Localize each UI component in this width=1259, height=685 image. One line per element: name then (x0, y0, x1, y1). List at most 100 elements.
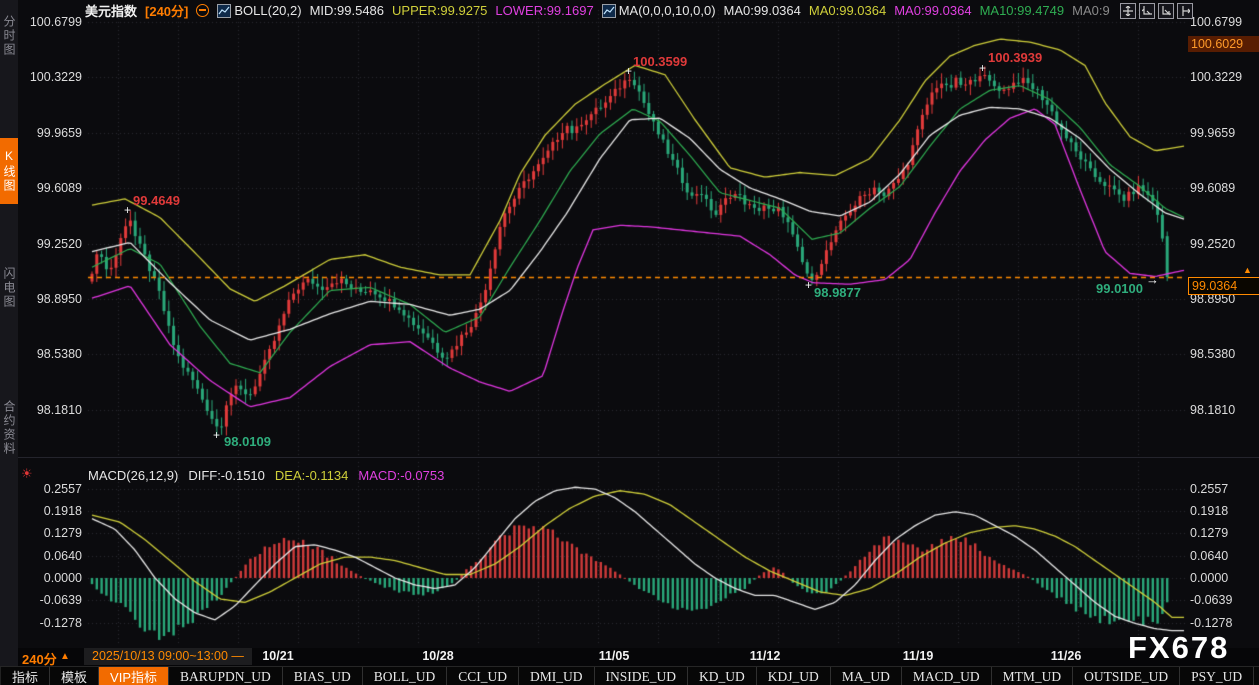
macd-axis-label-left: 0.1918 (18, 504, 82, 518)
toolbar-item-OUTSIDE_UD[interactable]: OUTSIDE_UD (1073, 667, 1180, 685)
macd-axis-label-right: -0.0639 (1190, 593, 1258, 607)
price-extreme-annotation: 98.9877 (814, 285, 861, 300)
shift-right-icon[interactable] (1177, 3, 1193, 19)
session-high-badge: 100.6029 (1188, 36, 1259, 52)
date-tick-label: 11/12 (750, 649, 781, 663)
macd-axis-label-left: 0.1279 (18, 526, 82, 540)
toolbar-item-BOLL_UD[interactable]: BOLL_UD (363, 667, 448, 685)
date-tick-label: 11/26 (1051, 649, 1082, 663)
macd-axis-label-left: -0.1278 (18, 616, 82, 630)
price-macd-chart-canvas[interactable] (0, 0, 1259, 685)
price-extreme-annotation: 100.3599 (633, 54, 687, 69)
macd-axis-label-right: 0.1918 (1190, 504, 1258, 518)
date-tick-label: 11/05 (599, 649, 630, 663)
macd-indicator-icon[interactable]: ☀ (21, 466, 33, 482)
toolbar-item-VIP指标[interactable]: VIP指标 (99, 667, 169, 685)
macd-axis-label-left: -0.0639 (18, 593, 82, 607)
pan-icon[interactable] (1120, 3, 1136, 19)
toolbar-item-MACD_UD[interactable]: MACD_UD (902, 667, 992, 685)
macd-axis-label-right: 0.2557 (1190, 482, 1258, 496)
toolbar-item-PSY_UD[interactable]: PSY_UD (1180, 667, 1254, 685)
price-axis-label-left: 98.8950 (18, 292, 82, 306)
left-sidebar: 分时图 K线图闪电图合约资料 (0, 0, 18, 685)
price-axis-label-right: 99.9659 (1190, 126, 1258, 140)
indicator-segment: BOLL(20,2) (217, 3, 301, 18)
indicator-segment: MID:99.5486 (310, 3, 384, 18)
toolbar-item-指标[interactable]: 指标 (1, 667, 50, 685)
indicator-segment: MA0:9 (1072, 3, 1110, 18)
price-axis-label-left: 98.5380 (18, 347, 82, 361)
extreme-cross-marker: + (979, 63, 986, 73)
mini-chart-icon (602, 4, 616, 18)
toolbar-item-BARUPDN_UD[interactable]: BARUPDN_UD (169, 667, 283, 685)
collapse-icon[interactable] (196, 4, 209, 17)
chart-window-buttons (1120, 3, 1193, 19)
sidebar-item-合约资料[interactable]: 合约资料 (0, 386, 18, 470)
indicator-value-text: BOLL(20,2) (234, 3, 301, 18)
indicator-value-text: MA0:99.0364 (724, 3, 801, 18)
price-axis-label-left: 100.6799 (18, 15, 82, 29)
indicator-value-text: MA10:99.4749 (980, 3, 1065, 18)
toolbar-item-INSIDE_UD[interactable]: INSIDE_UD (595, 667, 689, 685)
toolbar-item-MTM_UD[interactable]: MTM_UD (992, 667, 1074, 685)
toolbar-item-KDJ_UD[interactable]: KDJ_UD (757, 667, 831, 685)
axis-zoom-left-icon[interactable] (1139, 3, 1155, 19)
indicator-value-text: UPPER:99.9275 (392, 3, 487, 18)
toolbar-item-KD_UD[interactable]: KD_UD (688, 667, 757, 685)
sidebar-item-分时图[interactable]: 分时图 (0, 5, 18, 67)
toolbar-item-ROC_UD[interactable]: ROC_UD (1254, 667, 1259, 685)
price-axis-label-left: 99.9659 (18, 126, 82, 140)
macd-diff-value: DIFF:-0.1510 (188, 468, 265, 483)
mini-chart-icon (217, 4, 231, 18)
symbol-title: 美元指数 (85, 1, 137, 20)
price-axis-label-right: 99.2520 (1190, 237, 1258, 251)
indicator-segment: UPPER:99.9275 (392, 3, 487, 18)
macd-dea-value: DEA:-0.1134 (275, 468, 348, 483)
last-bar-pointer-icon: → (1146, 273, 1159, 286)
toolbar-item-CCI_UD[interactable]: CCI_UD (447, 667, 519, 685)
axis-zoom-right-icon[interactable] (1158, 3, 1174, 19)
period-label: [240分] (145, 1, 188, 20)
toolbar-item-模板[interactable]: 模板 (50, 667, 99, 685)
trading-app-window: 分时图 K线图闪电图合约资料 美元指数 [240分] BOLL(20,2) MID:… (0, 0, 1259, 685)
indicator-segment: MA0:99.0364 (809, 3, 886, 18)
sidebar-item-闪电图[interactable]: 闪电图 (0, 256, 18, 320)
toolbar-item-BIAS_UD[interactable]: BIAS_UD (283, 667, 363, 685)
extreme-cross-marker: + (213, 430, 220, 440)
macd-macd-value: MACD:-0.0753 (358, 468, 444, 483)
toolbar-item-DMI_UD[interactable]: DMI_UD (519, 667, 595, 685)
indicator-value-text: MA0:99.0364 (809, 3, 886, 18)
indicator-header: 美元指数 [240分] BOLL(20,2) MID:99.5486 UPPER:9… (85, 2, 1110, 19)
timeframe-up-icon[interactable]: ▲ (60, 651, 70, 662)
price-axis-label-right: 100.6799 (1190, 15, 1258, 29)
indicator-segment: MA0:99.0364 (724, 3, 801, 18)
macd-axis-label-left: 0.2557 (18, 482, 82, 496)
price-axis-label-left: 98.1810 (18, 403, 82, 417)
indicator-value-text: LOWER:99.1697 (495, 3, 593, 18)
macd-axis-label-right: 0.0000 (1190, 571, 1258, 585)
price-axis-label-right: 99.6089 (1190, 181, 1258, 195)
bar-time-range[interactable]: 2025/10/13 09:00~13:00 — (84, 648, 252, 665)
macd-axis-label-right: 0.1279 (1190, 526, 1258, 540)
indicator-segment: MA10:99.4749 (980, 3, 1065, 18)
last-price-badge: 99.0364 (1188, 277, 1259, 295)
macd-header: MACD(26,12,9) DIFF:-0.1510 DEA:-0.1134 M… (88, 468, 444, 483)
macd-axis-label-right: 0.0640 (1190, 549, 1258, 563)
extreme-cross-marker: + (625, 66, 632, 76)
date-tick-label: 11/19 (903, 649, 934, 663)
price-extreme-annotation: 100.3939 (988, 50, 1042, 65)
toolbar-item-MA_UD[interactable]: MA_UD (831, 667, 902, 685)
date-tick-label: 10/28 (422, 649, 453, 663)
price-axis-label-right: 100.3229 (1190, 70, 1258, 84)
fx678-watermark: FX678 (1128, 630, 1229, 666)
macd-axis-label-left: 0.0000 (18, 571, 82, 585)
sidebar-item-K线图[interactable]: K线图 (0, 138, 18, 204)
price-axis-label-left: 100.3229 (18, 70, 82, 84)
price-axis-label-left: 99.2520 (18, 237, 82, 251)
indicator-segment: LOWER:99.1697 (495, 3, 593, 18)
time-axis-row: 240分 ▲ 2025/10/13 09:00~13:00 — 10/2110/… (18, 648, 1259, 666)
macd-param-label: MACD(26,12,9) (88, 468, 178, 483)
extreme-cross-marker: + (805, 280, 812, 290)
indicator-segment: MA0:99.0364 (894, 3, 971, 18)
indicator-toolbar: 指标模板VIP指标BARUPDN_UDBIAS_UDBOLL_UDCCI_UDD… (0, 666, 1259, 685)
